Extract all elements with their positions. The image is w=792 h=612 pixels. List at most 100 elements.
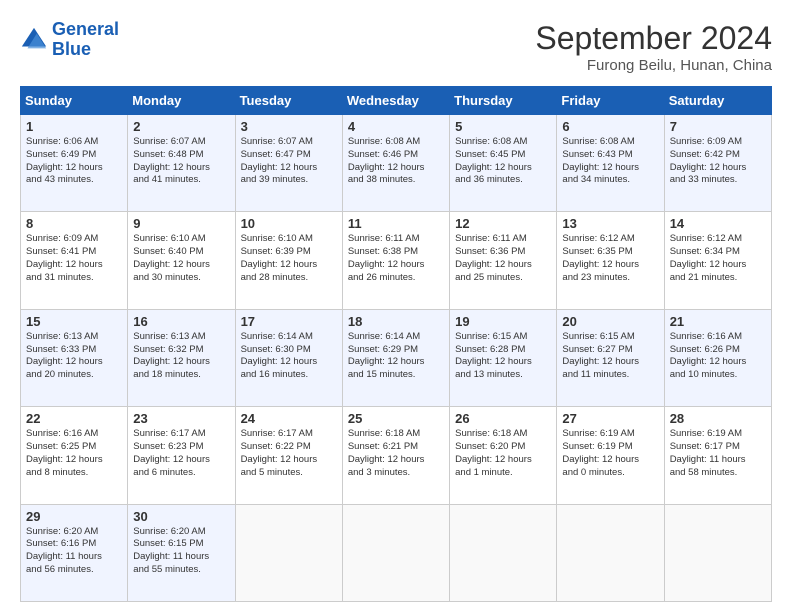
day-info: Sunrise: 6:20 AM Sunset: 6:16 PM Dayligh… (26, 526, 122, 577)
day-info: Sunrise: 6:14 AM Sunset: 6:30 PM Dayligh… (241, 331, 337, 382)
calendar-cell: 6 Sunrise: 6:08 AM Sunset: 6:43 PM Daylig… (557, 115, 664, 212)
day-info: Sunrise: 6:18 AM Sunset: 6:21 PM Dayligh… (348, 428, 444, 479)
day-number: 13 (562, 216, 658, 231)
calendar-cell: 16 Sunrise: 6:13 AM Sunset: 6:32 PM Dayli… (128, 309, 235, 406)
day-info: Sunrise: 6:07 AM Sunset: 6:47 PM Dayligh… (241, 136, 337, 187)
month-title: September 2024 (535, 20, 772, 57)
day-info: Sunrise: 6:06 AM Sunset: 6:49 PM Dayligh… (26, 136, 122, 187)
calendar-cell: 14 Sunrise: 6:12 AM Sunset: 6:34 PM Dayli… (664, 212, 771, 309)
day-info: Sunrise: 6:11 AM Sunset: 6:38 PM Dayligh… (348, 233, 444, 284)
day-info: Sunrise: 6:15 AM Sunset: 6:28 PM Dayligh… (455, 331, 551, 382)
day-info: Sunrise: 6:08 AM Sunset: 6:46 PM Dayligh… (348, 136, 444, 187)
col-wednesday: Wednesday (342, 87, 449, 115)
calendar-cell: 4 Sunrise: 6:08 AM Sunset: 6:46 PM Daylig… (342, 115, 449, 212)
calendar-cell: 25 Sunrise: 6:18 AM Sunset: 6:21 PM Dayli… (342, 407, 449, 504)
day-info: Sunrise: 6:13 AM Sunset: 6:32 PM Dayligh… (133, 331, 229, 382)
calendar-week-4: 22 Sunrise: 6:16 AM Sunset: 6:25 PM Dayli… (21, 407, 772, 504)
calendar-cell: 7 Sunrise: 6:09 AM Sunset: 6:42 PM Daylig… (664, 115, 771, 212)
logo-general: General (52, 19, 119, 39)
calendar-cell: 28 Sunrise: 6:19 AM Sunset: 6:17 PM Dayli… (664, 407, 771, 504)
day-info: Sunrise: 6:12 AM Sunset: 6:34 PM Dayligh… (670, 233, 766, 284)
day-number: 7 (670, 119, 766, 134)
day-info: Sunrise: 6:08 AM Sunset: 6:43 PM Dayligh… (562, 136, 658, 187)
calendar-cell: 19Sunrise: 6:15 AM Sunset: 6:28 PM Dayli… (450, 309, 557, 406)
day-info: Sunrise: 6:10 AM Sunset: 6:39 PM Dayligh… (241, 233, 337, 284)
header: General Blue September 2024 Furong Beilu… (20, 20, 772, 74)
day-number: 14 (670, 216, 766, 231)
calendar-cell: 24Sunrise: 6:17 AM Sunset: 6:22 PM Dayli… (235, 407, 342, 504)
day-number: 29 (26, 509, 122, 524)
col-thursday: Thursday (450, 87, 557, 115)
calendar-cell: 18 Sunrise: 6:14 AM Sunset: 6:29 PM Dayli… (342, 309, 449, 406)
day-number: 21 (670, 314, 766, 329)
calendar-cell: 21Sunrise: 6:16 AM Sunset: 6:26 PM Dayli… (664, 309, 771, 406)
day-number: 15 (26, 314, 122, 329)
day-info: Sunrise: 6:09 AM Sunset: 6:42 PM Dayligh… (670, 136, 766, 187)
day-info: Sunrise: 6:09 AM Sunset: 6:41 PM Dayligh… (26, 233, 122, 284)
calendar-cell: 3 Sunrise: 6:07 AM Sunset: 6:47 PM Daylig… (235, 115, 342, 212)
calendar-cell: 29 Sunrise: 6:20 AM Sunset: 6:16 PM Dayli… (21, 504, 128, 601)
day-number: 8 (26, 216, 122, 231)
day-number: 16 (133, 314, 229, 329)
day-info: Sunrise: 6:13 AM Sunset: 6:33 PM Dayligh… (26, 331, 122, 382)
day-number: 4 (348, 119, 444, 134)
calendar-cell (557, 504, 664, 601)
calendar-cell: 13 Sunrise: 6:12 AM Sunset: 6:35 PM Dayli… (557, 212, 664, 309)
logo-text: General Blue (52, 20, 119, 60)
col-friday: Friday (557, 87, 664, 115)
calendar-cell: 15 Sunrise: 6:13 AM Sunset: 6:33 PM Dayli… (21, 309, 128, 406)
calendar-week-3: 15 Sunrise: 6:13 AM Sunset: 6:33 PM Dayli… (21, 309, 772, 406)
calendar-cell: 12 Sunrise: 6:11 AM Sunset: 6:36 PM Dayli… (450, 212, 557, 309)
day-number: 17 (241, 314, 337, 329)
day-number: 2 (133, 119, 229, 134)
logo: General Blue (20, 20, 119, 60)
page: General Blue September 2024 Furong Beilu… (0, 0, 792, 612)
day-number: 6 (562, 119, 658, 134)
calendar-cell: 10 Sunrise: 6:10 AM Sunset: 6:39 PM Dayli… (235, 212, 342, 309)
day-number: 27 (562, 411, 658, 426)
day-info: Sunrise: 6:17 AM Sunset: 6:22 PM Dayligh… (241, 428, 337, 479)
col-saturday: Saturday (664, 87, 771, 115)
calendar-cell: 5Sunrise: 6:08 AM Sunset: 6:45 PM Daylig… (450, 115, 557, 212)
calendar-cell: 1 Sunrise: 6:06 AM Sunset: 6:49 PM Daylig… (21, 115, 128, 212)
day-number: 25 (348, 411, 444, 426)
calendar-week-5: 29 Sunrise: 6:20 AM Sunset: 6:16 PM Dayli… (21, 504, 772, 601)
calendar-cell: 8 Sunrise: 6:09 AM Sunset: 6:41 PM Daylig… (21, 212, 128, 309)
calendar-cell: 17 Sunrise: 6:14 AM Sunset: 6:30 PM Dayli… (235, 309, 342, 406)
day-number: 1 (26, 119, 122, 134)
day-info: Sunrise: 6:19 AM Sunset: 6:17 PM Dayligh… (670, 428, 766, 479)
calendar-cell (235, 504, 342, 601)
col-monday: Monday (128, 87, 235, 115)
title-block: September 2024 Furong Beilu, Hunan, Chin… (535, 20, 772, 74)
calendar-cell: 9Sunrise: 6:10 AM Sunset: 6:40 PM Daylig… (128, 212, 235, 309)
calendar-week-1: 1 Sunrise: 6:06 AM Sunset: 6:49 PM Daylig… (21, 115, 772, 212)
day-number: 18 (348, 314, 444, 329)
calendar-cell (450, 504, 557, 601)
logo-icon (20, 26, 48, 54)
day-info: Sunrise: 6:11 AM Sunset: 6:36 PM Dayligh… (455, 233, 551, 284)
calendar: Sunday Monday Tuesday Wednesday Thursday… (20, 86, 772, 602)
calendar-cell: 2Sunrise: 6:07 AM Sunset: 6:48 PM Daylig… (128, 115, 235, 212)
day-number: 28 (670, 411, 766, 426)
day-info: Sunrise: 6:16 AM Sunset: 6:25 PM Dayligh… (26, 428, 122, 479)
day-info: Sunrise: 6:17 AM Sunset: 6:23 PM Dayligh… (133, 428, 229, 479)
day-info: Sunrise: 6:12 AM Sunset: 6:35 PM Dayligh… (562, 233, 658, 284)
day-number: 23 (133, 411, 229, 426)
day-info: Sunrise: 6:18 AM Sunset: 6:20 PM Dayligh… (455, 428, 551, 479)
day-number: 10 (241, 216, 337, 231)
day-info: Sunrise: 6:14 AM Sunset: 6:29 PM Dayligh… (348, 331, 444, 382)
calendar-cell: 30Sunrise: 6:20 AM Sunset: 6:15 PM Dayli… (128, 504, 235, 601)
day-number: 3 (241, 119, 337, 134)
calendar-header-row: Sunday Monday Tuesday Wednesday Thursday… (21, 87, 772, 115)
day-number: 12 (455, 216, 551, 231)
day-info: Sunrise: 6:15 AM Sunset: 6:27 PM Dayligh… (562, 331, 658, 382)
day-number: 22 (26, 411, 122, 426)
day-info: Sunrise: 6:19 AM Sunset: 6:19 PM Dayligh… (562, 428, 658, 479)
col-sunday: Sunday (21, 87, 128, 115)
calendar-cell (664, 504, 771, 601)
calendar-cell (342, 504, 449, 601)
col-tuesday: Tuesday (235, 87, 342, 115)
day-number: 11 (348, 216, 444, 231)
calendar-cell: 27 Sunrise: 6:19 AM Sunset: 6:19 PM Dayli… (557, 407, 664, 504)
location: Furong Beilu, Hunan, China (535, 57, 772, 74)
